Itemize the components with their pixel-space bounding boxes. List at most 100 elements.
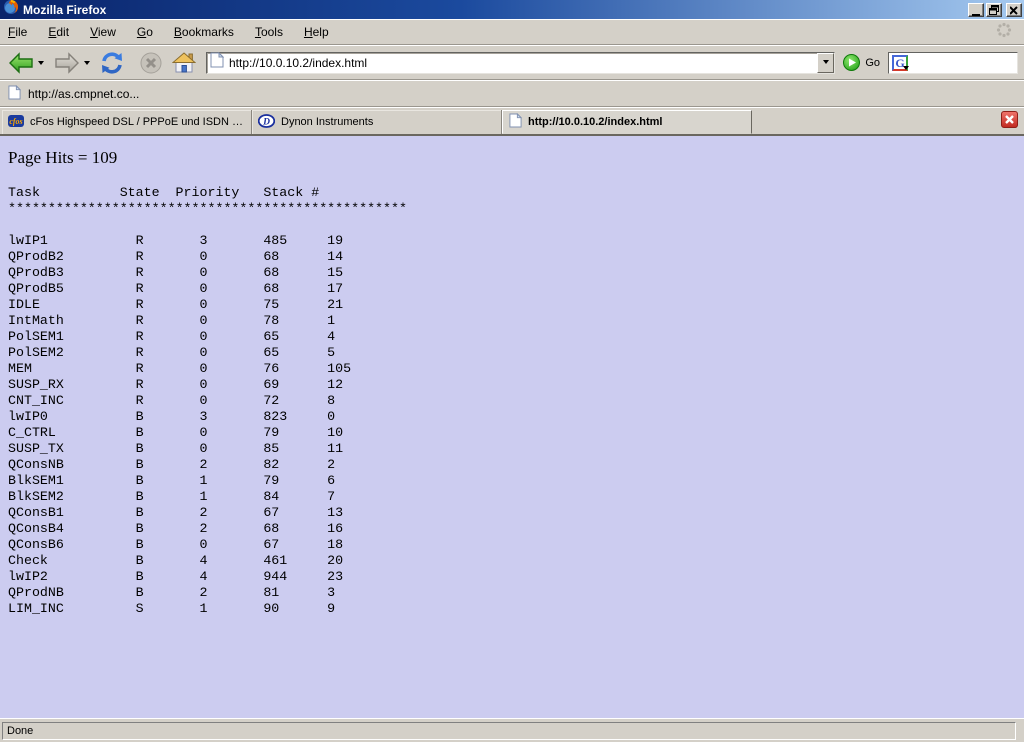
table-cell: 69: [263, 377, 327, 393]
table-row: QConsB6B06718: [8, 537, 1024, 553]
tab-cfos[interactable]: cfos cFos Highspeed DSL / PPPoE und ISDN…: [2, 110, 252, 134]
minimize-button[interactable]: [968, 3, 984, 17]
table-cell: 0: [199, 329, 263, 345]
search-input[interactable]: [908, 54, 1017, 72]
table-cell: 1: [327, 313, 335, 329]
stop-button[interactable]: [138, 50, 164, 76]
table-cell: B: [136, 441, 200, 457]
table-cell: B: [136, 409, 200, 425]
tab-label: cFos Highspeed DSL / PPPoE und ISDN CAP.…: [30, 116, 245, 128]
table-cell: 7: [327, 489, 335, 505]
restore-button[interactable]: [986, 3, 1002, 17]
forward-dropdown-caret[interactable]: [84, 61, 90, 68]
table-cell: 5: [327, 345, 335, 361]
menu-bookmarks[interactable]: Bookmarks: [174, 25, 234, 39]
table-cell: 68: [263, 265, 327, 281]
table-cell: PolSEM2: [8, 345, 136, 361]
table-row: IntMathR0781: [8, 313, 1024, 329]
table-cell: S: [136, 601, 200, 617]
table-row: IDLER07521: [8, 297, 1024, 313]
tab-bar: cfos cFos Highspeed DSL / PPPoE und ISDN…: [0, 107, 1024, 136]
table-cell: 0: [199, 313, 263, 329]
table-cell: R: [136, 281, 200, 297]
table-cell: B: [136, 569, 200, 585]
tab-strip-filler: [752, 110, 1001, 134]
bookmark-item[interactable]: http://as.cmpnet.co...: [8, 85, 139, 103]
table-cell: 68: [263, 281, 327, 297]
table-separator: ****************************************…: [8, 201, 1024, 217]
reload-button[interactable]: [98, 49, 126, 77]
menu-file[interactable]: File: [8, 25, 27, 39]
cfos-icon: cfos: [8, 113, 24, 132]
table-row: CheckB446120: [8, 553, 1024, 569]
table-cell: R: [136, 361, 200, 377]
table-cell: 0: [199, 377, 263, 393]
table-row: QConsB1B26713: [8, 505, 1024, 521]
table-cell: B: [136, 457, 200, 473]
table-cell: QConsNB: [8, 457, 136, 473]
table-cell: 67: [263, 537, 327, 553]
column-header-state: State: [120, 185, 176, 201]
table-row: MEMR076105: [8, 361, 1024, 377]
home-button[interactable]: [170, 50, 198, 75]
table-cell: lwIP2: [8, 569, 136, 585]
table-cell: 461: [263, 553, 327, 569]
back-icon: [8, 52, 34, 74]
table-row: QProdB5R06817: [8, 281, 1024, 297]
table-cell: 0: [199, 297, 263, 313]
bookmarks-toolbar: http://as.cmpnet.co...: [0, 80, 1024, 107]
table-cell: 2: [199, 521, 263, 537]
close-icon: [1001, 111, 1018, 128]
table-cell: 20: [327, 553, 343, 569]
table-cell: 0: [199, 537, 263, 553]
table-row: lwIP2B494423: [8, 569, 1024, 585]
table-row: BlkSEM2B1847: [8, 489, 1024, 505]
go-button[interactable]: Go: [843, 54, 880, 71]
table-cell: 13: [327, 505, 343, 521]
forward-button[interactable]: [52, 50, 82, 76]
google-search-icon[interactable]: G: [892, 55, 908, 71]
menu-view[interactable]: View: [90, 25, 116, 39]
menu-go[interactable]: Go: [137, 25, 153, 39]
table-cell: 2: [199, 457, 263, 473]
menu-edit[interactable]: Edit: [48, 25, 69, 39]
table-cell: R: [136, 297, 200, 313]
table-cell: 3: [199, 233, 263, 249]
table-cell: 9: [327, 601, 335, 617]
table-cell: Check: [8, 553, 136, 569]
table-row: CNT_INCR0728: [8, 393, 1024, 409]
back-dropdown-caret[interactable]: [38, 61, 44, 68]
table-cell: 67: [263, 505, 327, 521]
table-row: QConsNBB2822: [8, 457, 1024, 473]
table-cell: B: [136, 585, 200, 601]
menu-tools[interactable]: Tools: [255, 25, 283, 39]
table-row: lwIP1R348519: [8, 233, 1024, 249]
tab-dynon[interactable]: D Dynon Instruments: [252, 110, 502, 134]
url-input[interactable]: [229, 54, 817, 72]
table-row: QProdNBB2813: [8, 585, 1024, 601]
table-row: SUSP_RXR06912: [8, 377, 1024, 393]
tab-index-html-active[interactable]: http://10.0.10.2/index.html: [502, 110, 752, 134]
table-cell: 1: [199, 489, 263, 505]
close-button[interactable]: [1006, 3, 1022, 17]
table-cell: 85: [263, 441, 327, 457]
table-cell: 485: [263, 233, 327, 249]
back-button[interactable]: [6, 50, 36, 76]
url-bar: [206, 52, 835, 74]
table-rows: lwIP1R348519QProdB2R06814QProdB3R06815QP…: [8, 233, 1024, 617]
window-title: Mozilla Firefox: [23, 3, 966, 17]
status-text: Done: [7, 725, 33, 737]
status-bar: Done: [0, 718, 1024, 742]
table-cell: B: [136, 489, 200, 505]
bookmark-label: http://as.cmpnet.co...: [28, 87, 139, 101]
close-tab-button[interactable]: [1001, 111, 1018, 133]
blank-line: [8, 217, 1024, 233]
table-header: Task State Priority Stack #: [8, 185, 1024, 201]
url-dropdown-button[interactable]: [817, 53, 834, 73]
menu-help[interactable]: Help: [304, 25, 329, 39]
table-cell: SUSP_RX: [8, 377, 136, 393]
task-table: Task State Priority Stack # ************…: [8, 185, 1024, 617]
table-cell: 17: [327, 281, 343, 297]
table-cell: R: [136, 313, 200, 329]
table-cell: 0: [199, 361, 263, 377]
